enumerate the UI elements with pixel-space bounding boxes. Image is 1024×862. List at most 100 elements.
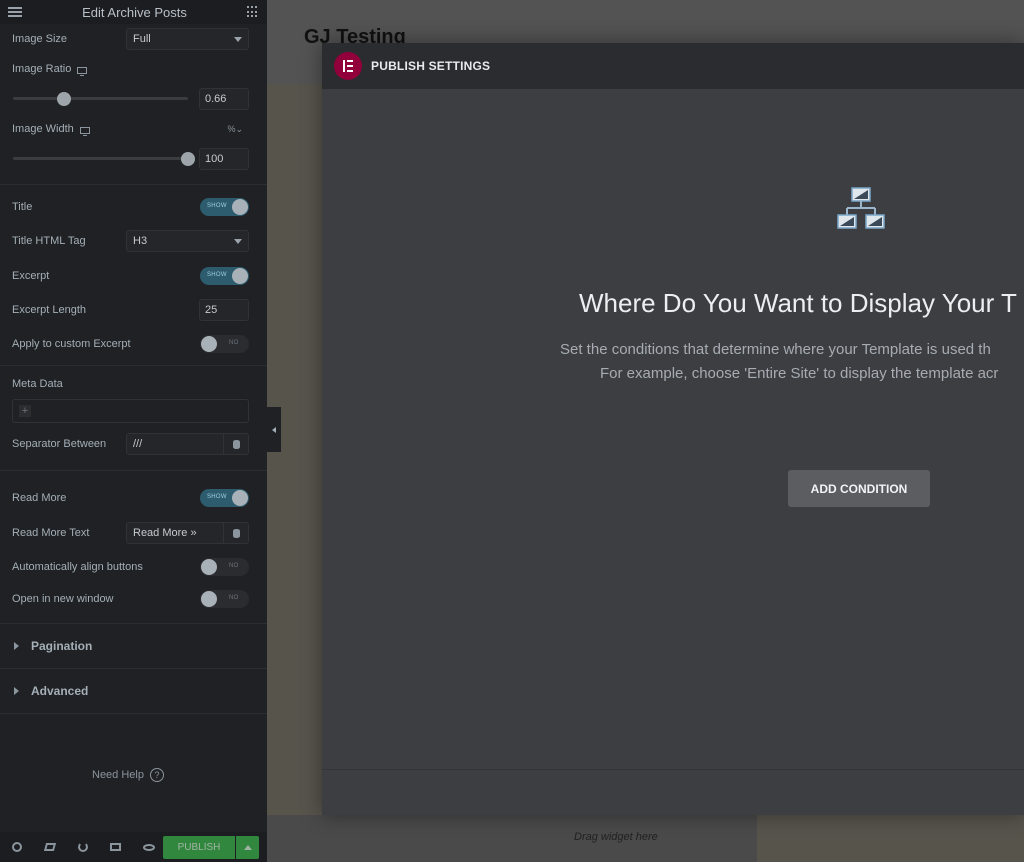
read-more-label: Read More bbox=[12, 492, 67, 504]
modal-description-line2: For example, choose 'Entire Site' to dis… bbox=[600, 365, 999, 382]
title-tag-label: Title HTML Tag bbox=[12, 235, 86, 247]
menu-icon[interactable] bbox=[8, 7, 22, 17]
read-more-row: Read More SHOW bbox=[0, 481, 267, 515]
image-ratio-input[interactable]: 0.66 bbox=[199, 88, 249, 110]
excerpt-length-label: Excerpt Length bbox=[12, 304, 86, 316]
title-row: Title SHOW bbox=[0, 191, 267, 223]
meta-data-label: Meta Data bbox=[12, 378, 63, 390]
modal-heading: Where Do You Want to Display Your T bbox=[579, 288, 1017, 318]
image-ratio-label: Image Ratio bbox=[12, 63, 72, 75]
read-more-toggle[interactable]: SHOW bbox=[200, 489, 249, 507]
image-width-label: Image Width bbox=[12, 123, 74, 135]
responsive-icon bbox=[110, 843, 121, 851]
toggle-knob bbox=[232, 199, 248, 215]
image-ratio-slider-handle[interactable] bbox=[56, 92, 71, 106]
read-more-text-row: Read More Text Read More » bbox=[0, 515, 267, 551]
toggle-knob bbox=[232, 490, 248, 506]
publish-button[interactable]: PUBLISH bbox=[163, 836, 235, 859]
modal-title: PUBLISH SETTINGS bbox=[371, 59, 491, 73]
caret-right-icon bbox=[14, 642, 19, 650]
database-icon bbox=[232, 528, 240, 538]
pagination-label: Pagination bbox=[31, 639, 93, 653]
unit-value: % bbox=[227, 123, 236, 134]
panel-footer: PUBLISH bbox=[0, 832, 267, 862]
history-icon bbox=[77, 842, 88, 852]
separator-input-group: /// bbox=[126, 433, 249, 455]
image-width-slider-row: 100 bbox=[0, 144, 267, 174]
elementor-logo-icon bbox=[334, 52, 362, 80]
image-width-row: Image Width %⌄ bbox=[0, 114, 267, 144]
toggle-knob bbox=[201, 336, 217, 352]
help-icon: ? bbox=[149, 768, 164, 782]
pagination-section[interactable]: Pagination bbox=[0, 624, 267, 669]
read-more-settings: Read More SHOW Read More Text Read More … bbox=[0, 471, 267, 624]
advanced-section[interactable]: Advanced bbox=[0, 669, 267, 714]
dynamic-tags-button[interactable] bbox=[224, 433, 249, 455]
excerpt-label: Excerpt bbox=[12, 270, 50, 282]
responsive-button[interactable] bbox=[99, 843, 132, 851]
image-width-input[interactable]: 100 bbox=[199, 148, 249, 170]
collapse-panel-button[interactable] bbox=[267, 407, 281, 452]
navigator-button[interactable] bbox=[33, 843, 66, 851]
title-toggle[interactable]: SHOW bbox=[200, 198, 249, 216]
publish-options-button[interactable] bbox=[236, 836, 259, 859]
title-tag-select[interactable]: H3 bbox=[126, 230, 249, 252]
excerpt-length-row: Excerpt Length 25 bbox=[0, 293, 267, 327]
plus-icon: + bbox=[19, 405, 31, 417]
modal-footer bbox=[322, 769, 1024, 815]
chevron-left-icon bbox=[272, 426, 276, 433]
sitemap-icon bbox=[837, 187, 885, 229]
content-settings: Title SHOW Title HTML Tag H3 Excerpt SHO… bbox=[0, 185, 267, 366]
separator-row: Separator Between /// bbox=[0, 426, 267, 462]
new-window-row: Open in new window NO bbox=[0, 583, 267, 615]
widgets-grid-icon[interactable] bbox=[247, 6, 259, 18]
title-tag-value: H3 bbox=[133, 235, 148, 247]
modal-header: PUBLISH SETTINGS bbox=[322, 43, 1024, 89]
read-more-text-label: Read More Text bbox=[12, 527, 90, 539]
align-buttons-toggle[interactable]: NO bbox=[200, 558, 249, 576]
image-width-slider-track[interactable] bbox=[13, 157, 188, 160]
meta-data-row: Meta Data bbox=[0, 372, 267, 396]
caret-up-icon bbox=[243, 845, 252, 850]
title-label: Title bbox=[12, 201, 33, 213]
advanced-label: Advanced bbox=[31, 684, 89, 698]
layers-icon bbox=[43, 843, 56, 851]
history-button[interactable] bbox=[66, 842, 99, 852]
gear-icon bbox=[11, 842, 22, 852]
chevron-down-icon bbox=[234, 239, 242, 244]
image-width-slider-handle[interactable] bbox=[181, 152, 195, 166]
new-window-toggle[interactable]: NO bbox=[200, 590, 249, 608]
excerpt-toggle[interactable]: SHOW bbox=[200, 267, 249, 285]
image-ratio-slider-track[interactable] bbox=[13, 97, 188, 100]
separator-input[interactable]: /// bbox=[126, 433, 224, 455]
settings-button[interactable] bbox=[0, 842, 33, 852]
excerpt-row: Excerpt SHOW bbox=[0, 259, 267, 293]
toggle-state: SHOW bbox=[207, 494, 227, 500]
toggle-state: NO bbox=[229, 340, 239, 346]
meta-data-select[interactable]: + bbox=[12, 399, 249, 423]
need-help-label: Need Help bbox=[92, 769, 144, 781]
preview-button[interactable] bbox=[132, 843, 165, 851]
desktop-icon[interactable] bbox=[79, 126, 90, 136]
title-tag-row: Title HTML Tag H3 bbox=[0, 223, 267, 259]
toggle-state: SHOW bbox=[207, 203, 227, 209]
unit-selector[interactable]: %⌄ bbox=[227, 124, 243, 135]
toggle-knob bbox=[201, 559, 217, 575]
modal-description-line1: Set the conditions that determine where … bbox=[560, 341, 991, 358]
need-help-link[interactable]: Need Help ? bbox=[92, 768, 164, 782]
image-size-label: Image Size bbox=[12, 33, 68, 45]
chevron-down-icon bbox=[234, 37, 242, 42]
read-more-text-group: Read More » bbox=[126, 522, 249, 544]
meta-settings: Meta Data + Separator Between /// bbox=[0, 366, 267, 471]
excerpt-length-input[interactable]: 25 bbox=[199, 299, 249, 321]
dynamic-tags-button[interactable] bbox=[224, 522, 249, 544]
meta-data-repeater-row: + bbox=[0, 396, 267, 426]
add-condition-button[interactable]: ADD CONDITION bbox=[788, 470, 930, 507]
custom-excerpt-label: Apply to custom Excerpt bbox=[12, 338, 131, 350]
image-size-select[interactable]: Full bbox=[126, 28, 249, 50]
read-more-text-input[interactable]: Read More » bbox=[126, 522, 224, 544]
desktop-icon[interactable] bbox=[77, 66, 88, 76]
panel-title: Edit Archive Posts bbox=[82, 4, 187, 20]
toggle-state: NO bbox=[229, 595, 239, 601]
custom-excerpt-toggle[interactable]: NO bbox=[200, 335, 249, 353]
